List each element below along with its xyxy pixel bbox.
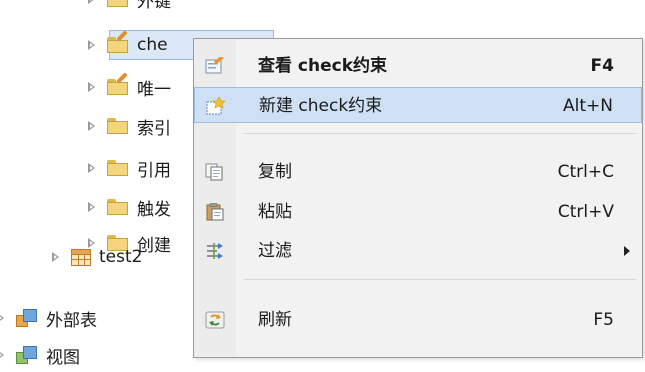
view-icon [16, 345, 38, 365]
menu-item-label: 粘贴 [258, 202, 292, 222]
expand-arrow-icon[interactable] [49, 250, 63, 264]
view-check-icon [205, 55, 225, 75]
menu-item-shortcut: F4 [590, 56, 614, 76]
menu-item-label: 过滤 [258, 241, 292, 261]
filter-icon [205, 242, 225, 260]
expand-arrow-icon[interactable] [85, 38, 99, 52]
submenu-arrow-icon [624, 246, 630, 256]
external-table-icon [16, 308, 38, 328]
menu-item-shortcut: Ctrl+V [557, 202, 614, 222]
tree-item-table-test2[interactable]: test2 [49, 244, 142, 270]
tree-item-views[interactable]: 视图 [0, 342, 80, 368]
folder-icon [107, 117, 129, 135]
menu-item-label: 复制 [258, 162, 292, 182]
expand-arrow-icon[interactable] [85, 119, 99, 133]
tree-item-indexes[interactable]: 索引 [85, 113, 171, 139]
tree-item-label: che [137, 35, 168, 55]
expand-arrow-icon[interactable] [0, 311, 8, 325]
expand-arrow-icon[interactable] [85, 161, 99, 175]
expand-arrow-icon[interactable] [85, 80, 99, 94]
tree-item-label: 索引 [137, 118, 171, 139]
tree-item-label: 外部表 [46, 310, 97, 331]
new-check-icon [206, 96, 226, 115]
menu-item-label: 新建 check约束 [259, 96, 383, 116]
expand-arrow-icon[interactable] [85, 200, 99, 214]
menu-item-label: 刷新 [258, 310, 292, 330]
menu-item-paste[interactable]: 粘贴 Ctrl+V [194, 194, 642, 230]
copy-icon [205, 163, 225, 181]
menu-item-label: 查看 check约束 [258, 56, 388, 76]
context-menu: 查看 check约束 F4 新建 check约束 Alt+N 复制 Ctrl+C [193, 38, 643, 358]
tree-item-triggers[interactable]: 触发 [85, 194, 171, 220]
menu-item-copy[interactable]: 复制 Ctrl+C [194, 154, 642, 190]
folder-edit-icon [107, 72, 129, 96]
folder-icon [107, 0, 129, 8]
menu-item-filter[interactable]: 过滤 [194, 233, 642, 269]
tree-item-label: 视图 [46, 347, 80, 368]
menu-item-shortcut: Alt+N [563, 96, 613, 116]
tree-item-external-tables[interactable]: 外部表 [0, 305, 97, 331]
menu-item-shortcut: F5 [593, 310, 614, 330]
folder-edit-icon [107, 30, 129, 54]
expand-arrow-icon[interactable] [85, 0, 99, 6]
table-icon [71, 248, 91, 266]
menu-item-new-check[interactable]: 新建 check约束 Alt+N [194, 87, 642, 123]
menu-item-refresh[interactable]: 刷新 F5 [194, 302, 642, 338]
tree-item-foreign-keys[interactable]: 外键 [85, 0, 171, 12]
menu-separator [244, 133, 636, 134]
tree-item-label: 引用 [137, 160, 171, 181]
refresh-icon [205, 311, 225, 329]
tree-item-check-constraints[interactable]: che [85, 30, 168, 58]
menu-item-shortcut: Ctrl+C [557, 162, 614, 182]
expand-arrow-icon[interactable] [0, 348, 8, 362]
tree-item-references[interactable]: 引用 [85, 155, 171, 181]
folder-icon [107, 159, 129, 177]
menu-separator [244, 279, 636, 280]
menu-item-view-check[interactable]: 查看 check约束 F4 [194, 48, 642, 84]
tree-item-label: test2 [99, 247, 143, 267]
paste-icon [205, 203, 225, 221]
folder-icon [107, 198, 129, 216]
tree-item-unique[interactable]: 唯一 [85, 72, 171, 100]
tree-item-label: 唯一 [137, 79, 171, 100]
tree-item-label: 外键 [137, 0, 171, 12]
tree-item-label: 触发 [137, 199, 171, 220]
